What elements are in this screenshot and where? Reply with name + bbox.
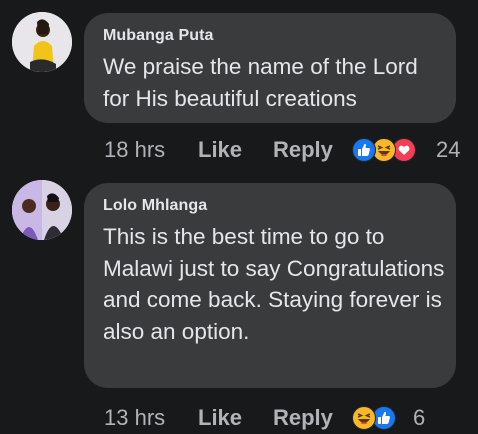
- reaction-count[interactable]: 6: [413, 402, 425, 434]
- avatar[interactable]: [12, 180, 72, 240]
- reply-button[interactable]: Reply: [273, 134, 333, 166]
- like-button[interactable]: Like: [198, 402, 242, 434]
- comment-actions: 13 hrs Like Reply 6: [0, 402, 478, 434]
- timestamp[interactable]: 13 hrs: [104, 402, 165, 434]
- profile-photo: [12, 12, 72, 72]
- comment-actions: 18 hrs Like Reply 24: [0, 134, 478, 166]
- like-button[interactable]: Like: [198, 134, 242, 166]
- comment-text: This is the best time to go to Malawi ju…: [103, 224, 445, 344]
- comment-author[interactable]: Mubanga Puta: [103, 27, 214, 45]
- laugh-icon: [352, 406, 376, 430]
- reactions-summary[interactable]: [352, 406, 402, 430]
- reactions-summary[interactable]: [352, 138, 422, 162]
- reply-button[interactable]: Reply: [273, 402, 333, 434]
- comment-bubble: Lolo Mhlanga This is the best time to go…: [84, 183, 456, 388]
- like-icon: [352, 138, 376, 162]
- timestamp[interactable]: 18 hrs: [104, 134, 165, 166]
- profile-photo: [12, 180, 72, 240]
- avatar[interactable]: [12, 12, 72, 72]
- comment-author[interactable]: Lolo Mhlanga: [103, 197, 207, 215]
- comment-text: We praise the name of the Lord for His b…: [103, 54, 418, 111]
- reaction-count[interactable]: 24: [436, 134, 460, 166]
- comment-bubble: Mubanga Puta We praise the name of the L…: [84, 13, 456, 123]
